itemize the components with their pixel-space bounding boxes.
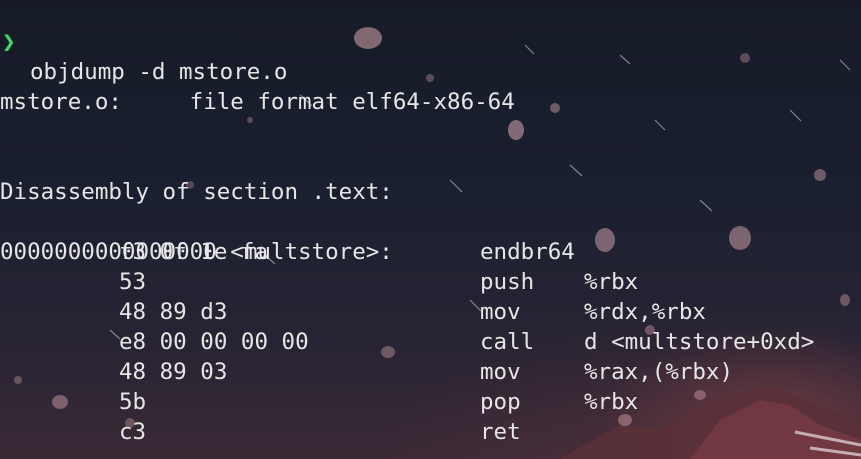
instruction-mnemonic: pop	[480, 389, 521, 415]
instruction-mnemonic: call	[480, 329, 535, 355]
instruction-operands: %rdx,%rbx	[584, 299, 706, 325]
instruction-bytes: 5b	[119, 389, 147, 415]
terminal-window[interactable]: ❯ objdump -d mstore.o mstore.o: file for…	[0, 0, 861, 459]
instruction-operands: %rax,(%rbx)	[584, 359, 734, 385]
instruction-bytes: c3	[119, 419, 147, 445]
instruction-mnemonic: ret	[480, 419, 521, 445]
command-line[interactable]: ❯ objdump -d mstore.o	[0, 0, 287, 85]
instruction-bytes: 48 89 03	[119, 359, 228, 385]
section-header-line: Disassembly of section .text:	[0, 147, 393, 205]
instruction-mnemonic: mov	[480, 359, 521, 385]
symbol-line: 0000000000000000 <multstore>:	[0, 207, 393, 265]
prompt-chevron-icon: ❯	[2, 29, 16, 55]
file-format-text: mstore.o: file format elf64-x86-64	[0, 89, 515, 115]
section-header-text: Disassembly of section .text:	[0, 179, 393, 205]
instruction-bytes: e8 00 00 00 00	[119, 329, 309, 355]
instruction-mnemonic: mov	[480, 299, 521, 325]
instruction-bytes: 53	[119, 269, 147, 295]
instruction-mnemonic: endbr64	[480, 239, 575, 265]
instruction-bytes: 48 89 d3	[119, 299, 228, 325]
instruction-operands: d <multstore+0xd>	[584, 329, 815, 355]
file-format-line: mstore.o: file format elf64-x86-64	[0, 57, 515, 115]
instruction-bytes: f3 0f 1e fa	[119, 239, 269, 265]
instruction-operands: %rbx	[584, 389, 639, 415]
instruction-mnemonic: push	[480, 269, 535, 295]
instruction-operands: %rbx	[584, 269, 639, 295]
command-text: objdump -d mstore.o	[30, 59, 288, 85]
